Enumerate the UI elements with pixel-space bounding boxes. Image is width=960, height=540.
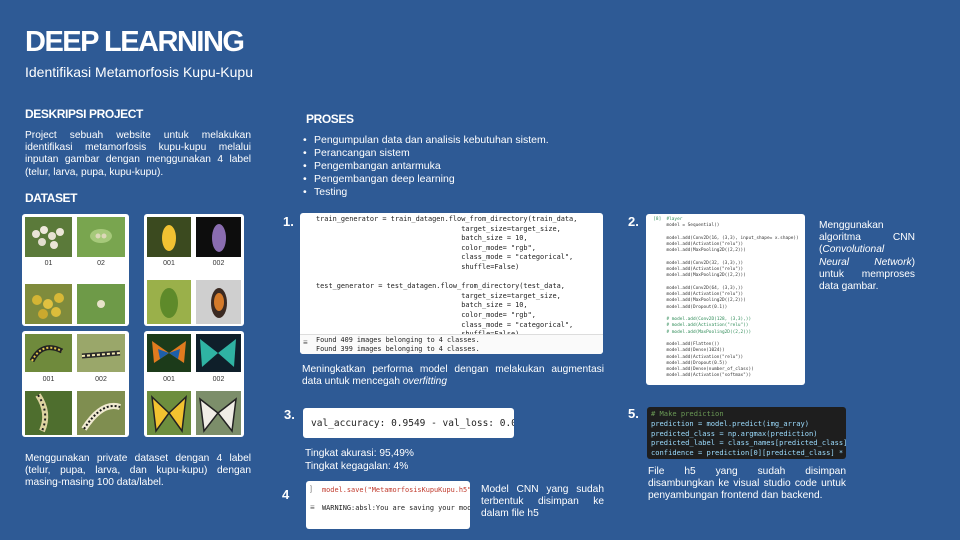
- step-1-code: train_generator = train_datagen.flow_fro…: [316, 215, 578, 340]
- code-line: target_size=target_size,: [316, 224, 561, 233]
- code-line: color_mode= "rgb",: [316, 310, 536, 319]
- code-line: prediction = model.predict(img_array): [651, 418, 810, 428]
- dataset-caption: 002: [212, 376, 225, 383]
- step-1-desc-text: Meningkatkan performa model dengan melak…: [302, 364, 604, 388]
- dataset-heading: DATASET: [25, 191, 78, 205]
- list-item: Pengembangan deep learning: [303, 173, 549, 186]
- dataset-caption: 01: [44, 260, 53, 267]
- step-3-accuracy: Tingkat akurasi: 95,49%: [305, 448, 414, 459]
- dataset-caption: 001: [42, 376, 55, 383]
- dataset-caption: 002: [95, 376, 107, 383]
- proses-heading: PROSES: [306, 112, 354, 126]
- code-line: batch_size = 10,: [316, 301, 528, 310]
- step-3-code: val_accuracy: 0.9549 - val_loss: 0.0472: [311, 418, 514, 429]
- step-4-number: 4: [282, 487, 290, 502]
- list-item: Pengembangan antarmuka: [303, 160, 549, 173]
- code-line: test_generator = test_datagen.flow_from_…: [316, 282, 565, 291]
- code-line: model.add(Activation("softmax")): [648, 373, 752, 379]
- step-1-desc-italic: overfitting: [402, 376, 447, 388]
- step-1-number: 1.: [283, 214, 294, 229]
- dataset-pupa-image: 001 002: [144, 214, 244, 326]
- list-item: Pengumpulan data dan analisis kebutuhan …: [303, 134, 549, 147]
- code-line: color_mode= "rgb",: [316, 243, 536, 252]
- step-2-number: 2.: [628, 214, 639, 229]
- code-line: predicted_class = np.argmax(prediction): [651, 428, 818, 438]
- step-5-number: 5.: [628, 406, 639, 421]
- step-2-code: [8] #layer model = Sequential() model.ad…: [648, 217, 799, 380]
- code-line: batch_size = 10,: [316, 234, 528, 243]
- code-line: class_mode = "categorical",: [316, 253, 574, 262]
- proses-list: Pengumpulan data dan analisis kebutuhan …: [303, 134, 549, 199]
- step-3-code-screenshot: val_accuracy: 0.9549 - val_loss: 0.0472: [303, 408, 514, 438]
- butterfly-photos: [147, 334, 241, 435]
- output-icon: ≡: [303, 338, 308, 347]
- step-1-description: Meningkatkan performa model dengan melak…: [302, 364, 604, 388]
- dataset-caption: 002: [212, 260, 225, 267]
- dataset-egg-image: 01 02: [22, 214, 129, 326]
- output-line: Found 399 images belonging to 4 classes.: [316, 345, 480, 353]
- dataset-butterfly-image: 001 002: [144, 331, 244, 437]
- dataset-caption: 001: [163, 260, 175, 267]
- deskripsi-text: Project sebuah website untuk melakukan i…: [25, 130, 251, 178]
- step-5-code: # Make prediction prediction = model.pred…: [651, 409, 846, 458]
- output-icon: ≡: [310, 503, 315, 512]
- code-line: class_mode = "categorical",: [316, 320, 574, 329]
- code-line: confidence = prediction[0][predicted_cla…: [651, 448, 846, 458]
- code-line: predicted_label = class_names[predicted_…: [651, 438, 846, 448]
- pupa-photos: [147, 217, 241, 324]
- step-5-code-screenshot: # Make prediction prediction = model.pred…: [647, 407, 846, 459]
- step-4-code-line: model.save("MetamorfosisKupuKupu.h5"): [322, 486, 470, 494]
- step-1-output: ≡ Found 409 images belonging to 4 classe…: [300, 334, 603, 354]
- step-2-description: Menggunakan algoritma CNN (Convolutional…: [819, 220, 915, 293]
- deskripsi-heading: DESKRIPSI PROJECT: [25, 107, 143, 121]
- step-2-desc-italic: Convolutional Neural Network: [819, 244, 912, 268]
- step-4-warning: WARNING:absl:You are saving your model: [322, 504, 470, 512]
- page-title: DEEP LEARNING: [25, 26, 245, 58]
- step-4-description: Model CNN yang sudah terbentuk disimpan …: [481, 484, 604, 520]
- dataset-caption: 001: [163, 376, 175, 383]
- code-line: target_size=target_size,: [316, 291, 561, 300]
- larva-photos: [25, 334, 125, 435]
- step-3-number: 3.: [284, 407, 295, 422]
- list-item: Perancangan sistem: [303, 147, 549, 160]
- dataset-larva-image: 001 002: [22, 331, 129, 437]
- cell-bracket: ]: [310, 486, 312, 493]
- step-4-save-code: model.save("MetamorfosisKupuKupu.h5"): [322, 486, 470, 494]
- step-5-description: File h5 yang sudah disimpan disambungkan…: [648, 466, 846, 502]
- dataset-caption: 02: [97, 260, 105, 267]
- step-1-code-screenshot: train_generator = train_datagen.flow_fro…: [300, 213, 603, 354]
- code-line: train_generator = train_datagen.flow_fro…: [316, 215, 578, 223]
- step-3-loss: Tingkat kegagalan: 4%: [305, 461, 409, 472]
- code-line: shuffle=False): [316, 262, 520, 271]
- code-line: # Make prediction: [651, 409, 724, 418]
- page-subtitle: Identifikasi Metamorfosis Kupu-Kupu: [25, 64, 253, 80]
- step-4-code-screenshot: ] model.save("MetamorfosisKupuKupu.h5") …: [306, 481, 470, 529]
- list-item: Testing: [303, 186, 549, 199]
- step-2-code-screenshot: [8] #layer model = Sequential() model.ad…: [646, 214, 805, 385]
- dataset-text: Menggunakan private dataset dengan 4 lab…: [25, 453, 251, 489]
- egg-photos: [25, 217, 125, 324]
